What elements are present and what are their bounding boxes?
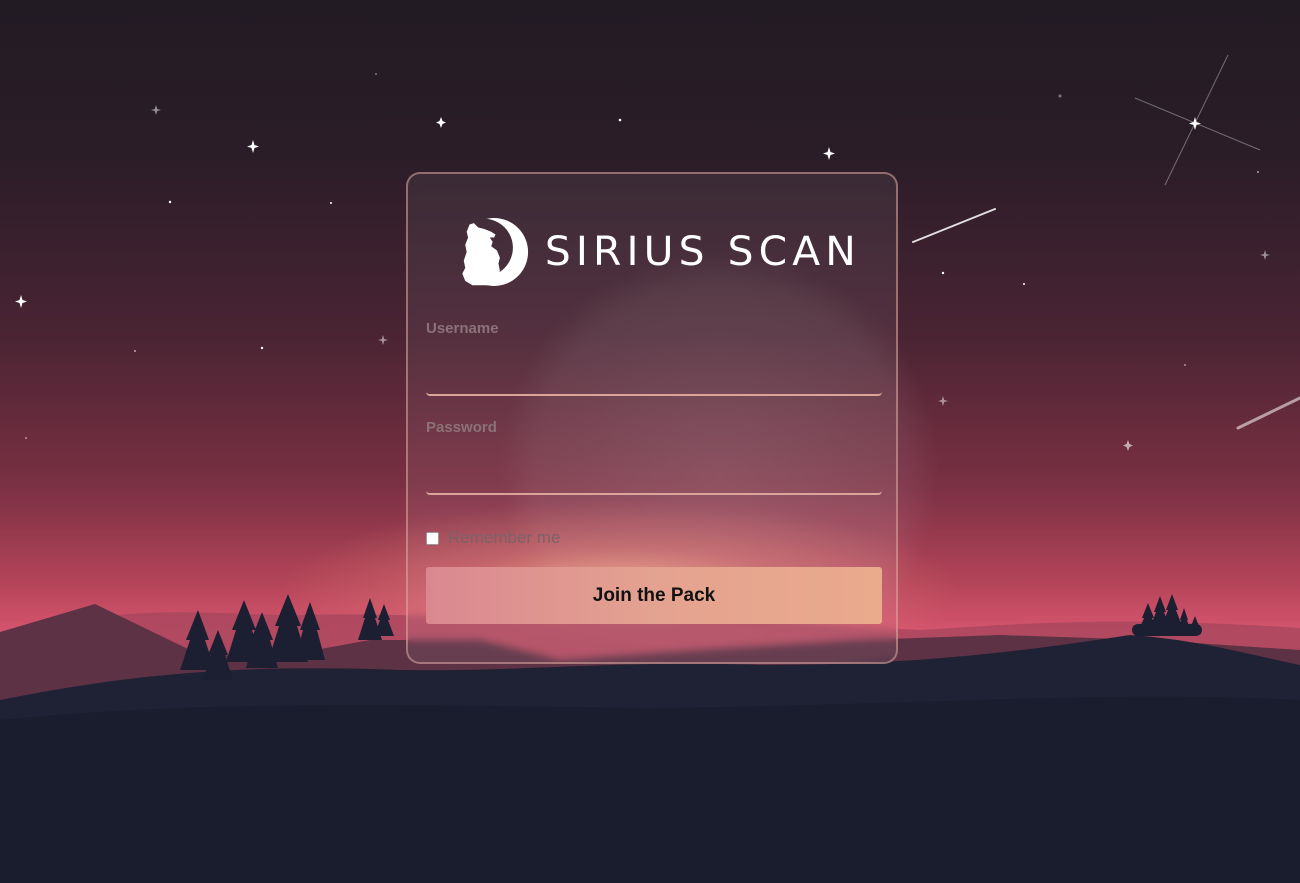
remember-me-label: Remember me bbox=[448, 528, 561, 547]
brand-name: SIRIUS SCAN bbox=[545, 229, 862, 275]
join-the-pack-button[interactable]: Join the Pack bbox=[426, 567, 882, 624]
login-card: SIRIUS SCAN Username Password Remember m… bbox=[406, 172, 898, 664]
username-label: Username bbox=[426, 320, 499, 337]
remember-me-checkbox[interactable] bbox=[426, 531, 439, 545]
remember-me-row: Remember me bbox=[426, 528, 560, 548]
brand-logo: SIRIUS SCAN bbox=[458, 202, 858, 302]
username-input[interactable] bbox=[426, 352, 882, 396]
howling-wolf-moon-icon bbox=[460, 218, 529, 286]
password-label: Password bbox=[426, 419, 497, 436]
password-input[interactable] bbox=[426, 451, 882, 495]
